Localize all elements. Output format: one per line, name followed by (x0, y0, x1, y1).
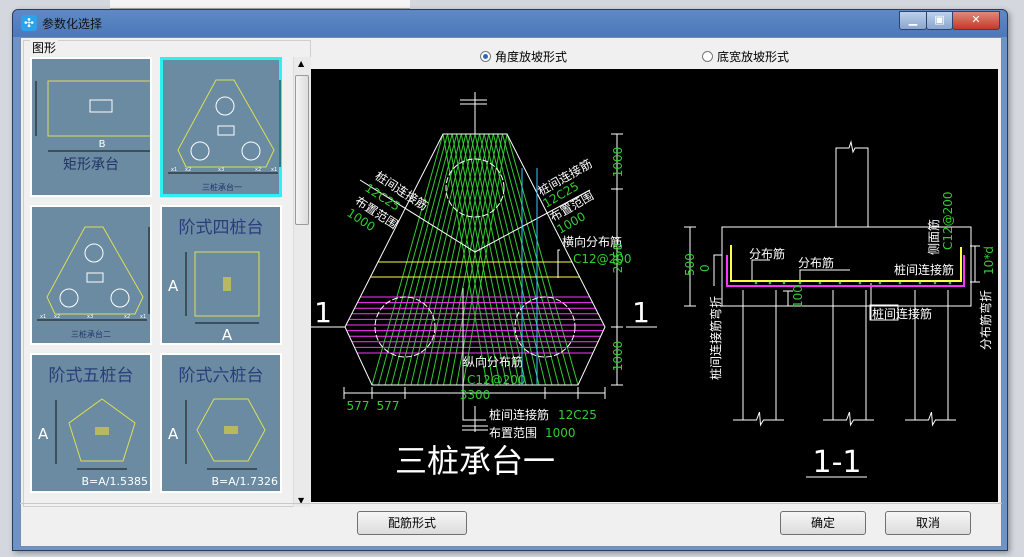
dimension-label: 577 (347, 399, 370, 413)
scroll-up-icon[interactable]: ▲ (298, 59, 304, 68)
svg-text:三桩承台一: 三桩承台一 (202, 182, 242, 192)
drawing-label: 10*d (982, 246, 996, 275)
svg-text:A: A (168, 277, 179, 295)
svg-text:A: A (168, 425, 179, 443)
svg-text:A: A (222, 326, 233, 343)
group-label: 图形 (30, 39, 59, 56)
drawing-label: 100 (791, 285, 805, 308)
drawing-label: 0 (698, 264, 712, 272)
svg-text:x1: x1 (171, 167, 177, 173)
plan-title: 三桩承台一 (395, 442, 555, 480)
svg-text:阶式六桩台: 阶式六桩台 (179, 366, 264, 386)
ok-button[interactable]: 确定 (780, 511, 866, 535)
svg-text:x2: x2 (185, 167, 191, 173)
cancel-button[interactable]: 取消 (885, 511, 971, 535)
svg-text:x1: x1 (140, 314, 146, 320)
radio-checked-icon[interactable] (480, 51, 491, 62)
section-mark: 1 (632, 296, 650, 329)
drawing-label: 纵向分布筋 (463, 354, 523, 369)
minimize-button[interactable]: ▁ (899, 11, 927, 30)
cad-drawing: 1 1桩间连接筋12C25布置范围1000桩间连接筋12C25布置范围1000横向… (311, 92, 996, 480)
divider (20, 503, 1002, 504)
pile-circle (445, 158, 505, 218)
svg-text:阶式五桩台: 阶式五桩台 (49, 366, 134, 386)
thumbnail-shape: 阶式六桩台 A B=A/1.7326 (168, 366, 278, 488)
thumbnail-3[interactable]: x1 x2 x3 x2 x1 三桩承台二 (30, 205, 152, 345)
window-title: 参数化选择 (42, 17, 103, 31)
svg-text:三桩承台二: 三桩承台二 (71, 329, 111, 339)
drawing-label: 桩间连接筋弯折 (708, 296, 723, 380)
drawing-label: C12@200 (467, 373, 526, 387)
svg-text:x2: x2 (124, 314, 130, 320)
svg-text:x2: x2 (54, 314, 60, 320)
drawing-label: 桩间连接筋 (489, 407, 549, 422)
rebar-form-button[interactable]: 配筋形式 (357, 511, 467, 535)
drawing-label: 分布筋弯折 (978, 290, 993, 350)
maximize-button[interactable]: ▣ (926, 11, 953, 30)
thumbnail-scrollbar[interactable]: ▲ ▼ (293, 57, 311, 507)
thumbnail-shape: 阶式五桩台 A B=A/1.5385 (38, 366, 148, 488)
radio-angle-slope[interactable]: 角度放坡形式 (480, 48, 567, 65)
drawing-label: 侧面筋 (926, 219, 941, 255)
thumbnail-6[interactable]: 阶式六桩台 A B=A/1.7326 (160, 353, 282, 493)
dimension-label: 2858 (611, 243, 625, 274)
radio-unchecked-icon[interactable] (702, 51, 713, 62)
drawing-label: 12C25 (558, 408, 597, 422)
section-title: 1-1 (813, 445, 862, 480)
drawing-label: 桩间连接筋 (872, 306, 932, 321)
svg-text:x3: x3 (87, 314, 93, 320)
section-mark: 1 (314, 296, 332, 329)
radio-bottom-width-slope[interactable]: 底宽放坡形式 (702, 48, 789, 65)
drawing-label: 500 (683, 253, 697, 276)
shape-group: 图形 B 矩形承台 x1 x2 x3 x2 x1 三桩承台一 x1 x2 x3 x2 x1 三桩承台二 阶式… (23, 39, 311, 507)
thumbnail-2[interactable]: x1 x2 x3 x2 x1 三桩承台一 (160, 57, 282, 197)
thumbnail-shape: x1 x2 x3 x2 x1 三桩承台二 (37, 226, 150, 339)
thumbnail-4[interactable]: 阶式四桩台 A A (160, 205, 282, 345)
svg-text:x2: x2 (255, 167, 261, 173)
svg-text:x1: x1 (40, 314, 46, 320)
drawing-label: 布置范围 (489, 426, 537, 440)
thumbnail-1[interactable]: B 矩形承台 (30, 57, 159, 197)
title-bar: ✣ 参数化选择 ▁ ▣ ✕ (13, 10, 1007, 37)
dimension-label: 1000 (611, 147, 625, 178)
thumbnail-5[interactable]: 阶式五桩台 A B=A/1.5385 (30, 353, 152, 493)
thumbnail-shape: x1 x2 x3 x2 x1 三桩承台一 (168, 79, 281, 192)
svg-text:B=A/1.7326: B=A/1.7326 (212, 475, 278, 488)
drawing-label: 1000 (545, 426, 576, 440)
radio-label: 角度放坡形式 (495, 50, 568, 64)
svg-text:x1: x1 (271, 167, 277, 173)
close-button[interactable]: ✕ (952, 11, 1000, 30)
svg-text:B=A/1.5385: B=A/1.5385 (82, 475, 148, 488)
svg-text:阶式四桩台: 阶式四桩台 (179, 218, 264, 238)
dimension-label: 1000 (611, 341, 625, 372)
svg-text:B: B (99, 139, 106, 150)
drawing-canvas: 1 1 桩间连接筋 12C25 布置范围 1000 桩间连接筋 12C25 布置范围 1000 横向… (311, 69, 998, 502)
svg-text:A: A (38, 425, 49, 443)
svg-text:x3: x3 (218, 167, 224, 173)
thumbnail-shape: 阶式四桩台 A A (168, 218, 264, 344)
drawing-label: C12@200 (941, 191, 955, 250)
thumbnail-shape: B 矩形承台 (35, 80, 159, 173)
radio-label: 底宽放坡形式 (717, 50, 790, 64)
dimension-label: 577 (377, 399, 400, 413)
dimension-label: 3300 (460, 388, 491, 402)
parametric-app-icon: ✣ (21, 15, 37, 31)
drawing-label: 分布筋 (749, 246, 785, 261)
svg-text:矩形承台: 矩形承台 (63, 157, 119, 173)
drawing-label: 分布筋 (798, 255, 834, 270)
scroll-thumb[interactable] (295, 75, 309, 225)
background-table (110, 0, 410, 9)
drawing-label: 桩间连接筋 (894, 262, 954, 277)
